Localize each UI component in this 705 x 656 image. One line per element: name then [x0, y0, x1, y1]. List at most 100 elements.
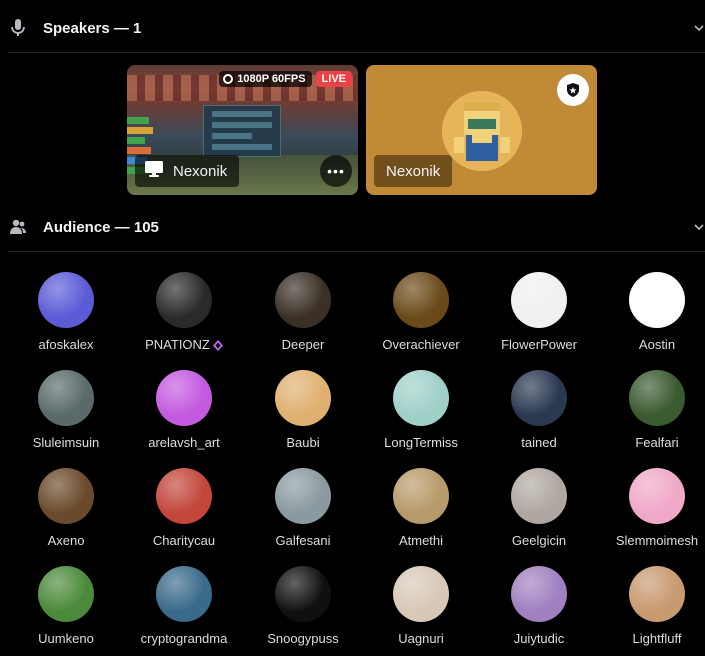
member-name: Deeper	[244, 337, 362, 352]
audience-member[interactable]: Uumkeno	[7, 566, 125, 646]
audience-divider	[8, 251, 705, 252]
audience-member[interactable]: Fealfari	[598, 370, 705, 450]
member-name-text: Uagnuri	[398, 631, 444, 646]
member-name-text: Baubi	[286, 435, 320, 450]
nitro-gem-icon	[212, 339, 223, 351]
stream-tile[interactable]: 1080P 60FPS LIVE Nexonik •••	[127, 65, 358, 195]
camera-username: Nexonik	[386, 162, 441, 180]
audience-header[interactable]: Audience — 105	[0, 212, 705, 242]
stream-username: Nexonik	[173, 162, 228, 180]
audience-member[interactable]: PNATIONZ	[125, 272, 243, 352]
audience-member[interactable]: Charitycau	[125, 468, 243, 548]
member-name-text: tained	[521, 435, 557, 450]
member-name-text: Aostin	[638, 337, 676, 352]
audience-member[interactable]: FlowerPower	[480, 272, 598, 352]
avatar	[38, 272, 94, 328]
camera-name-chip: Nexonik	[374, 155, 453, 187]
member-name-text: Snoogypuss	[267, 631, 339, 646]
stream-name-chip: Nexonik	[135, 155, 240, 187]
member-name-text: Lightfluff	[632, 631, 682, 646]
member-name: Fealfari	[598, 435, 705, 450]
audience-member[interactable]: afoskalex	[7, 272, 125, 352]
screen-share-icon	[145, 161, 163, 181]
member-name: Charitycau	[125, 533, 243, 548]
member-name: Uagnuri	[362, 631, 480, 646]
audience-member[interactable]: arelavsh_art	[125, 370, 243, 450]
avatar	[511, 566, 567, 622]
audience-member[interactable]: Deeper	[244, 272, 362, 352]
member-name: FlowerPower	[480, 337, 598, 352]
avatar	[511, 468, 567, 524]
member-name: LongTermiss	[362, 435, 480, 450]
member-name: Juiytudic	[480, 631, 598, 646]
member-name-text: Slemmoimesh	[615, 533, 699, 548]
member-name: Uumkeno	[7, 631, 125, 646]
avatar	[393, 566, 449, 622]
avatar	[275, 468, 331, 524]
avatar	[156, 566, 212, 622]
speaker-avatar	[442, 91, 522, 171]
microphone-icon	[9, 19, 27, 37]
audience-member[interactable]: cryptograndma	[125, 566, 243, 646]
member-name-text: Sluleimsuin	[32, 435, 100, 450]
audience-member[interactable]: Atmethi	[362, 468, 480, 548]
member-name-text: Overachiever	[382, 337, 460, 352]
speakers-header[interactable]: Speakers — 1	[0, 13, 705, 43]
avatar	[629, 468, 685, 524]
member-name-text: Charitycau	[152, 533, 216, 548]
chevron-down-icon[interactable]	[693, 21, 705, 33]
audience-member[interactable]: LongTermiss	[362, 370, 480, 450]
audience-member[interactable]: Sluleimsuin	[7, 370, 125, 450]
member-name-text: arelavsh_art	[148, 435, 220, 450]
avatar	[38, 566, 94, 622]
member-name: tained	[480, 435, 598, 450]
audience-member[interactable]: Axeno	[7, 468, 125, 548]
member-name: Overachiever	[362, 337, 480, 352]
member-name: Snoogypuss	[244, 631, 362, 646]
member-name: Slemmoimesh	[598, 533, 705, 548]
audience-member[interactable]: Geelgicin	[480, 468, 598, 548]
avatar	[38, 468, 94, 524]
member-name-text: Juiytudic	[513, 631, 565, 646]
avatar	[275, 272, 331, 328]
avatar	[629, 272, 685, 328]
member-name-text: cryptograndma	[140, 631, 228, 646]
audience-member[interactable]: Baubi	[244, 370, 362, 450]
avatar	[511, 272, 567, 328]
member-name-text: FlowerPower	[501, 337, 577, 352]
speaker-camera-tile[interactable]: Nexonik	[366, 65, 597, 195]
avatar	[393, 370, 449, 426]
member-name: Sluleimsuin	[7, 435, 125, 450]
avatar	[156, 272, 212, 328]
audience-member[interactable]: Overachiever	[362, 272, 480, 352]
quality-badge: 1080P 60FPS	[219, 71, 312, 87]
chevron-down-icon[interactable]	[693, 220, 705, 232]
audience-member[interactable]: Slemmoimesh	[598, 468, 705, 548]
live-badge: LIVE	[315, 71, 352, 87]
quality-icon	[223, 74, 234, 84]
audience-member[interactable]: Snoogypuss	[244, 566, 362, 646]
member-name-text: Fealfari	[635, 435, 679, 450]
member-name-text: Atmethi	[398, 533, 444, 548]
avatar	[275, 370, 331, 426]
member-name: PNATIONZ	[125, 337, 243, 352]
audience-member[interactable]: Juiytudic	[480, 566, 598, 646]
people-icon	[9, 218, 27, 236]
avatar	[393, 468, 449, 524]
audience-member[interactable]: Uagnuri	[362, 566, 480, 646]
audience-member[interactable]: Aostin	[598, 272, 705, 352]
audience-member[interactable]: Galfesani	[244, 468, 362, 548]
member-name-text: Uumkeno	[38, 631, 94, 646]
avatar	[156, 370, 212, 426]
avatar	[38, 370, 94, 426]
member-name: Atmethi	[362, 533, 480, 548]
more-options-button[interactable]: •••	[320, 155, 352, 187]
speakers-title: Speakers — 1	[43, 19, 142, 37]
member-name: Galfesani	[244, 533, 362, 548]
avatar	[393, 272, 449, 328]
member-name-text: afoskalex	[38, 337, 94, 352]
game-panel	[203, 105, 281, 157]
audience-member[interactable]: tained	[480, 370, 598, 450]
audience-member[interactable]: Lightfluff	[598, 566, 705, 646]
avatar	[511, 370, 567, 426]
